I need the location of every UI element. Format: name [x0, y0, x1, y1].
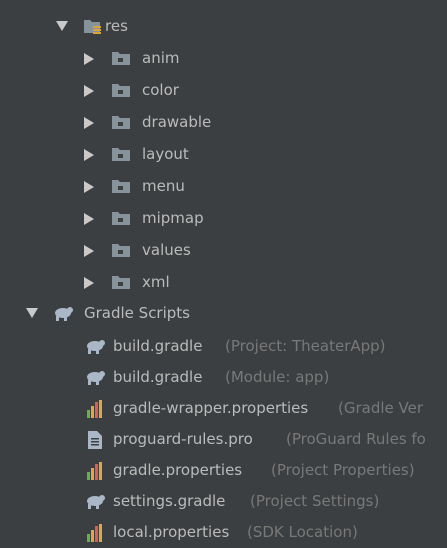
tree-node-anim[interactable]: anim: [0, 43, 447, 74]
collapsed-arrow-icon[interactable]: [84, 139, 96, 170]
tree-node-label: anim: [142, 49, 180, 67]
folder-icon: [112, 75, 130, 106]
text-file-icon: [88, 424, 104, 455]
collapsed-arrow-icon[interactable]: [84, 235, 96, 266]
file-hint: (SDK Location): [247, 523, 358, 541]
collapsed-arrow-icon[interactable]: [84, 43, 96, 74]
tree-node-res[interactable]: res: [0, 11, 447, 42]
file-hint: (Project Settings): [250, 492, 380, 510]
file-hint: (Gradle Ver: [338, 399, 424, 417]
collapsed-arrow-icon[interactable]: [84, 107, 96, 138]
tree-node-label: menu: [142, 177, 185, 195]
file-hint: (Module: app): [225, 368, 330, 386]
tree-node-label: mipmap: [142, 209, 204, 227]
tree-node-drawable[interactable]: drawable: [0, 107, 447, 138]
expand-arrow-icon[interactable]: [26, 298, 38, 329]
folder-icon: [112, 235, 130, 266]
file-name: build.gradle: [113, 368, 203, 386]
folder-icon: [112, 43, 130, 74]
tree-node-color[interactable]: color: [0, 75, 447, 106]
gradle-icon: [84, 362, 105, 393]
tree-node-settings-gradle[interactable]: settings.gradle (Project Settings): [0, 486, 447, 517]
properties-icon: [87, 393, 103, 424]
tree-node-label: drawable: [142, 113, 212, 131]
tree-node-local-properties[interactable]: local.properties (SDK Location): [0, 517, 447, 548]
properties-icon: [87, 455, 103, 486]
tree-node-label: color: [142, 81, 179, 99]
tree-node-values[interactable]: values: [0, 235, 447, 266]
gradle-icon: [84, 486, 105, 517]
collapsed-arrow-icon[interactable]: [84, 267, 96, 298]
tree-node-proguard-rules[interactable]: proguard-rules.pro (ProGuard Rules fo: [0, 424, 447, 455]
tree-node-label: Gradle Scripts: [84, 304, 190, 322]
tree-node-menu[interactable]: menu: [0, 171, 447, 202]
tree-node-gradle-properties[interactable]: gradle.properties (Project Properties): [0, 455, 447, 486]
expand-arrow-icon[interactable]: [56, 11, 68, 42]
collapsed-arrow-icon[interactable]: [84, 75, 96, 106]
tree-node-label: layout: [142, 145, 189, 163]
folder-icon: [112, 171, 130, 202]
tree-node-label: res: [105, 17, 128, 35]
properties-icon: [87, 517, 103, 548]
file-name: build.gradle: [113, 337, 203, 355]
folder-icon: [112, 203, 130, 234]
file-hint: (Project Properties): [271, 461, 415, 479]
folder-icon: [112, 139, 130, 170]
resource-folder-icon: [84, 11, 101, 42]
project-tree: res anim color drawable layout menu mipm…: [0, 0, 447, 544]
file-name: proguard-rules.pro: [113, 430, 253, 448]
tree-node-gradle-wrapper-properties[interactable]: gradle-wrapper.properties (Gradle Ver: [0, 393, 447, 424]
scrollbar-track[interactable]: [439, 0, 447, 544]
gradle-icon: [84, 331, 105, 362]
collapsed-arrow-icon[interactable]: [84, 171, 96, 202]
gradle-icon: [52, 298, 73, 329]
tree-node-build-gradle-project[interactable]: build.gradle (Project: TheaterApp): [0, 331, 447, 362]
tree-node-xml[interactable]: xml: [0, 267, 447, 298]
file-hint: (ProGuard Rules fo: [286, 430, 426, 448]
file-name: local.properties: [113, 523, 230, 541]
tree-node-layout[interactable]: layout: [0, 139, 447, 170]
folder-icon: [112, 267, 130, 298]
file-name: settings.gradle: [113, 492, 226, 510]
tree-node-mipmap[interactable]: mipmap: [0, 203, 447, 234]
tree-node-gradle-scripts[interactable]: Gradle Scripts: [0, 298, 447, 329]
collapsed-arrow-icon[interactable]: [84, 203, 96, 234]
file-hint: (Project: TheaterApp): [225, 337, 386, 355]
tree-node-label: xml: [142, 273, 170, 291]
file-name: gradle-wrapper.properties: [113, 399, 309, 417]
tree-node-label: values: [142, 241, 191, 259]
tree-node-build-gradle-module[interactable]: build.gradle (Module: app): [0, 362, 447, 393]
file-name: gradle.properties: [113, 461, 243, 479]
folder-icon: [112, 107, 130, 138]
